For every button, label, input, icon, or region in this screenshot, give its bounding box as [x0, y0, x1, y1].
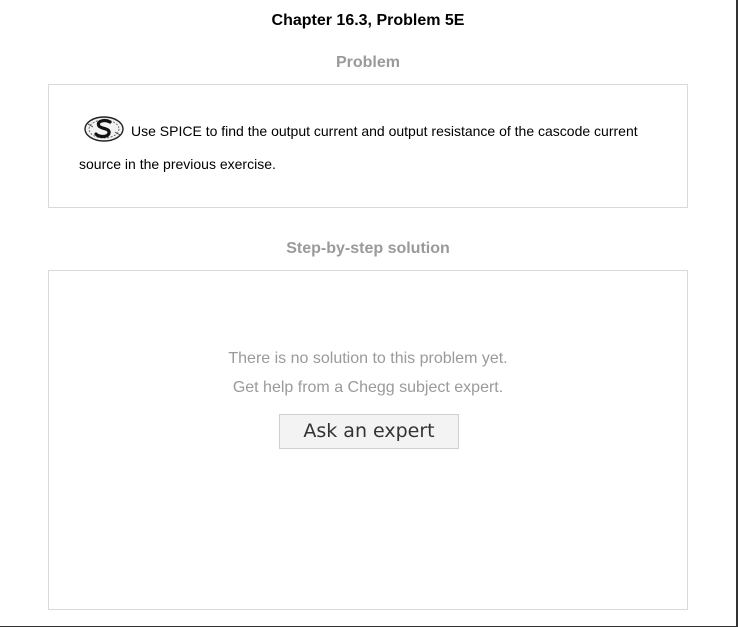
problem-heading: Problem: [335, 54, 400, 71]
ask-expert-button[interactable]: Ask an expert: [279, 414, 459, 449]
solution-box: There is no solution to this problem yet…: [48, 270, 688, 610]
spice-icon: [83, 115, 125, 143]
chapter-title: Chapter 16.3, Problem 5E: [271, 12, 465, 29]
page: { "header": { "chapter_title": "Chapter …: [0, 0, 738, 627]
problem-box: Use SPICE to find the output current and…: [48, 84, 688, 208]
solution-heading: Step-by-step solution: [286, 240, 450, 257]
expert-help-message: Get help from a Chegg subject expert.: [232, 379, 504, 396]
problem-statement: Use SPICE to find the output current and…: [79, 115, 669, 181]
no-solution-message: There is no solution to this problem yet…: [228, 350, 508, 367]
problem-text: Use SPICE to find the output current and…: [79, 123, 638, 172]
